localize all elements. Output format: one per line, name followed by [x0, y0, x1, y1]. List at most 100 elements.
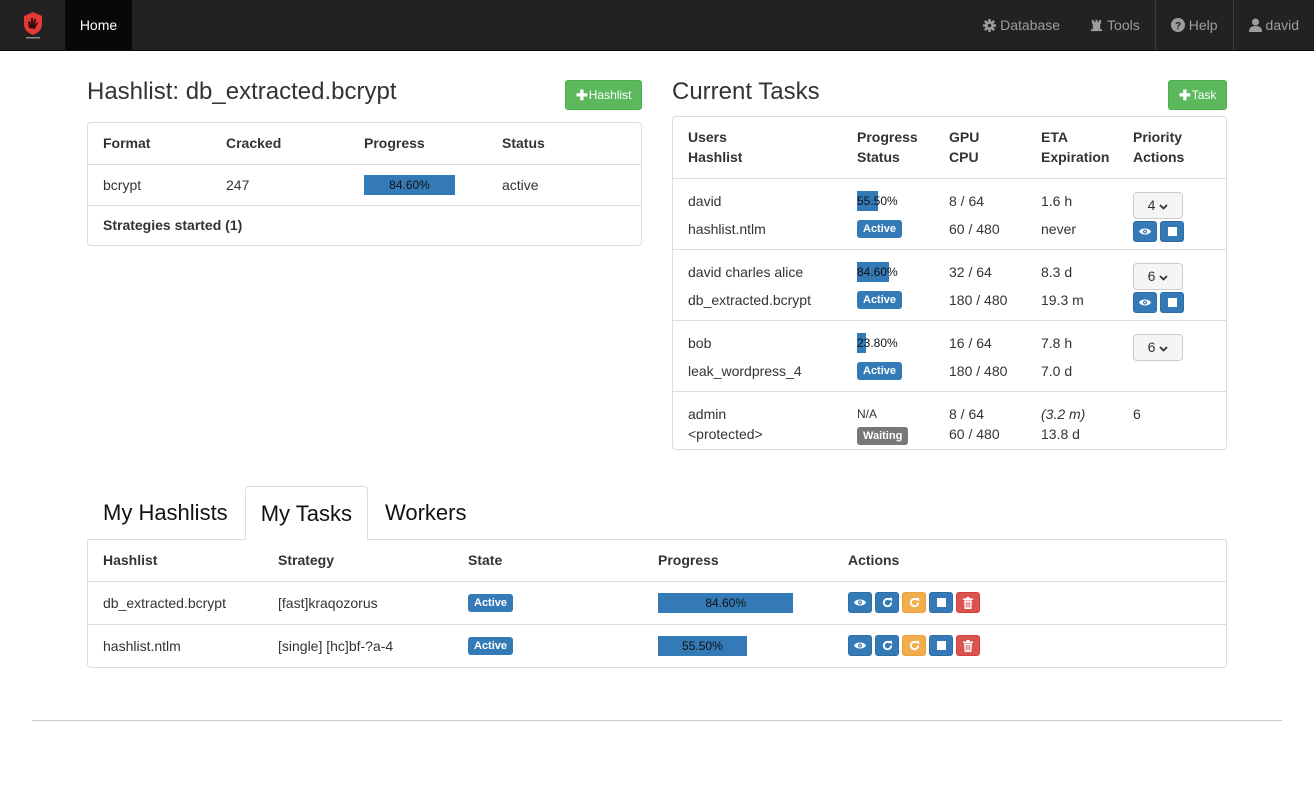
nav-database-label: Database [1000, 17, 1061, 33]
col-cpu: CPU [949, 149, 979, 166]
priority-value: 4 [1147, 197, 1156, 213]
priority-value: 6 [1147, 339, 1156, 355]
hashlist-cell[interactable]: db_extracted.bcrypt [88, 581, 278, 624]
refresh-icon [909, 597, 920, 608]
col-progress: Progress [364, 135, 425, 152]
nav-database[interactable]: Database [968, 0, 1075, 50]
add-hashlist-label: Hashlist [588, 88, 632, 102]
hashlist-title: Hashlist: db_extracted.bcrypt [87, 78, 397, 105]
navbar: Home Database Tools ? Help david [0, 0, 1314, 51]
status-badge: Active [857, 290, 903, 309]
add-task-button[interactable]: ✚ Task [1168, 80, 1228, 110]
view-button[interactable] [848, 635, 872, 657]
reset-button[interactable] [902, 635, 926, 657]
progress-na: N/A [857, 406, 878, 421]
col-status: Status [502, 135, 545, 152]
delete-button[interactable] [956, 635, 980, 657]
svg-text:?: ? [1175, 21, 1181, 32]
col-users: Users [688, 129, 727, 146]
chevron-down-icon [1159, 339, 1169, 355]
task-expiration: 7.0 d [1041, 362, 1073, 379]
status-cell: active [502, 176, 539, 193]
col-expiration: Expiration [1041, 149, 1110, 166]
task-hashlist[interactable]: leak_wordpress_4 [688, 361, 857, 381]
table-row: db_extracted.bcrypt [fast]kraqozorus Act… [88, 581, 1226, 624]
current-tasks-panel: Users Hashlist Progress Status GPU CPU ETA E… [672, 116, 1227, 450]
task-eta: 1.6 h [1041, 192, 1073, 209]
stop-button[interactable] [929, 592, 953, 613]
tower-icon [1090, 19, 1103, 32]
progress-bar: 55.50% [857, 190, 917, 211]
task-cpu: 180 / 480 [949, 362, 1008, 379]
col-progress: Progress [658, 552, 719, 569]
stop-task-button[interactable] [1160, 291, 1184, 313]
stop-icon [936, 641, 946, 651]
col-strategy: Strategy [278, 552, 335, 569]
nav-help[interactable]: ? Help [1154, 0, 1233, 50]
nav-tools-label: Tools [1107, 17, 1140, 33]
tab-my-hashlists[interactable]: My Hashlists [88, 486, 243, 540]
state-badge: Active [468, 637, 514, 656]
stop-button[interactable] [929, 635, 953, 657]
restart-button[interactable] [875, 635, 899, 657]
col-cracked: Cracked [226, 135, 282, 152]
col-actions: Actions [1133, 149, 1185, 166]
task-expiration: 13.8 d [1041, 425, 1080, 442]
eye-icon [1139, 298, 1151, 307]
col-status: Status [857, 149, 900, 166]
task-row: admin <protected> N/A Waiting 8 / 64 60 / 4… [673, 391, 1226, 451]
hashlist-table: Format Cracked Progress Status bcrypt 24… [88, 123, 641, 245]
reset-button[interactable] [902, 592, 926, 613]
col-users-hashlist: Users Hashlist [673, 117, 857, 178]
progress-bar: 23.80% [857, 332, 917, 353]
task-hashlist[interactable]: <protected> [688, 424, 857, 444]
add-task-label: Task [1191, 88, 1217, 102]
strategies-started[interactable]: Strategies started (1) [88, 205, 641, 245]
stop-task-button[interactable] [1160, 220, 1184, 242]
table-row: bcrypt 247 84.60% active [88, 164, 641, 205]
col-eta: ETA [1041, 129, 1068, 146]
progress-bar: 84.60% [857, 261, 917, 282]
task-hashlist[interactable]: hashlist.ntlm [688, 219, 857, 239]
hashlist-cell[interactable]: hashlist.ntlm [88, 624, 278, 667]
refresh-icon [909, 640, 920, 651]
task-users: david charles alice [688, 263, 804, 280]
task-gpu: 32 / 64 [949, 263, 992, 280]
col-progress-status: Progress Status [857, 117, 949, 178]
restart-button[interactable] [875, 592, 899, 613]
nav-home[interactable]: Home [65, 0, 132, 50]
view-button[interactable] [848, 592, 872, 613]
nav-user-label: david [1265, 17, 1299, 33]
task-users: david [688, 192, 722, 209]
tab-my-tasks[interactable]: My Tasks [244, 486, 368, 541]
status-badge: Active [857, 361, 903, 380]
task-expiration: never [1041, 220, 1077, 237]
add-hashlist-button[interactable]: ✚ Hashlist [565, 80, 643, 110]
task-row: david hashlist.ntlm 55.50% Active 8 / 64 60… [673, 178, 1226, 249]
tab-workers[interactable]: Workers [370, 486, 482, 540]
footer-divider [32, 720, 1282, 721]
priority-select[interactable]: 4 [1133, 191, 1183, 219]
stop-icon [1167, 297, 1177, 307]
delete-button[interactable] [956, 592, 980, 613]
priority-select[interactable]: 6 [1133, 333, 1183, 361]
task-expiration: 19.3 m [1041, 291, 1084, 308]
view-task-button[interactable] [1133, 291, 1157, 313]
task-hashlist[interactable]: db_extracted.bcrypt [688, 290, 857, 310]
priority-value: 6 [1147, 268, 1156, 284]
nav-user[interactable]: david [1232, 0, 1314, 50]
task-row: bob leak_wordpress_4 23.80% Active 16 / 64… [673, 320, 1226, 391]
nav-help-label: Help [1188, 17, 1218, 33]
view-task-button[interactable] [1133, 220, 1157, 242]
current-tasks-title: Current Tasks [672, 78, 820, 105]
col-progress: Progress [857, 129, 918, 146]
progress-label: 84.60% [857, 264, 898, 279]
task-gpu: 16 / 64 [949, 334, 992, 351]
brand-logo[interactable] [0, 0, 65, 50]
task-cpu: 60 / 480 [949, 425, 1000, 442]
nav-tools[interactable]: Tools [1075, 0, 1155, 50]
priority-select[interactable]: 6 [1133, 262, 1183, 290]
plus-icon: ✚ [1179, 86, 1191, 103]
task-eta: 8.3 d [1041, 263, 1073, 280]
status-badge: Waiting [857, 426, 909, 445]
